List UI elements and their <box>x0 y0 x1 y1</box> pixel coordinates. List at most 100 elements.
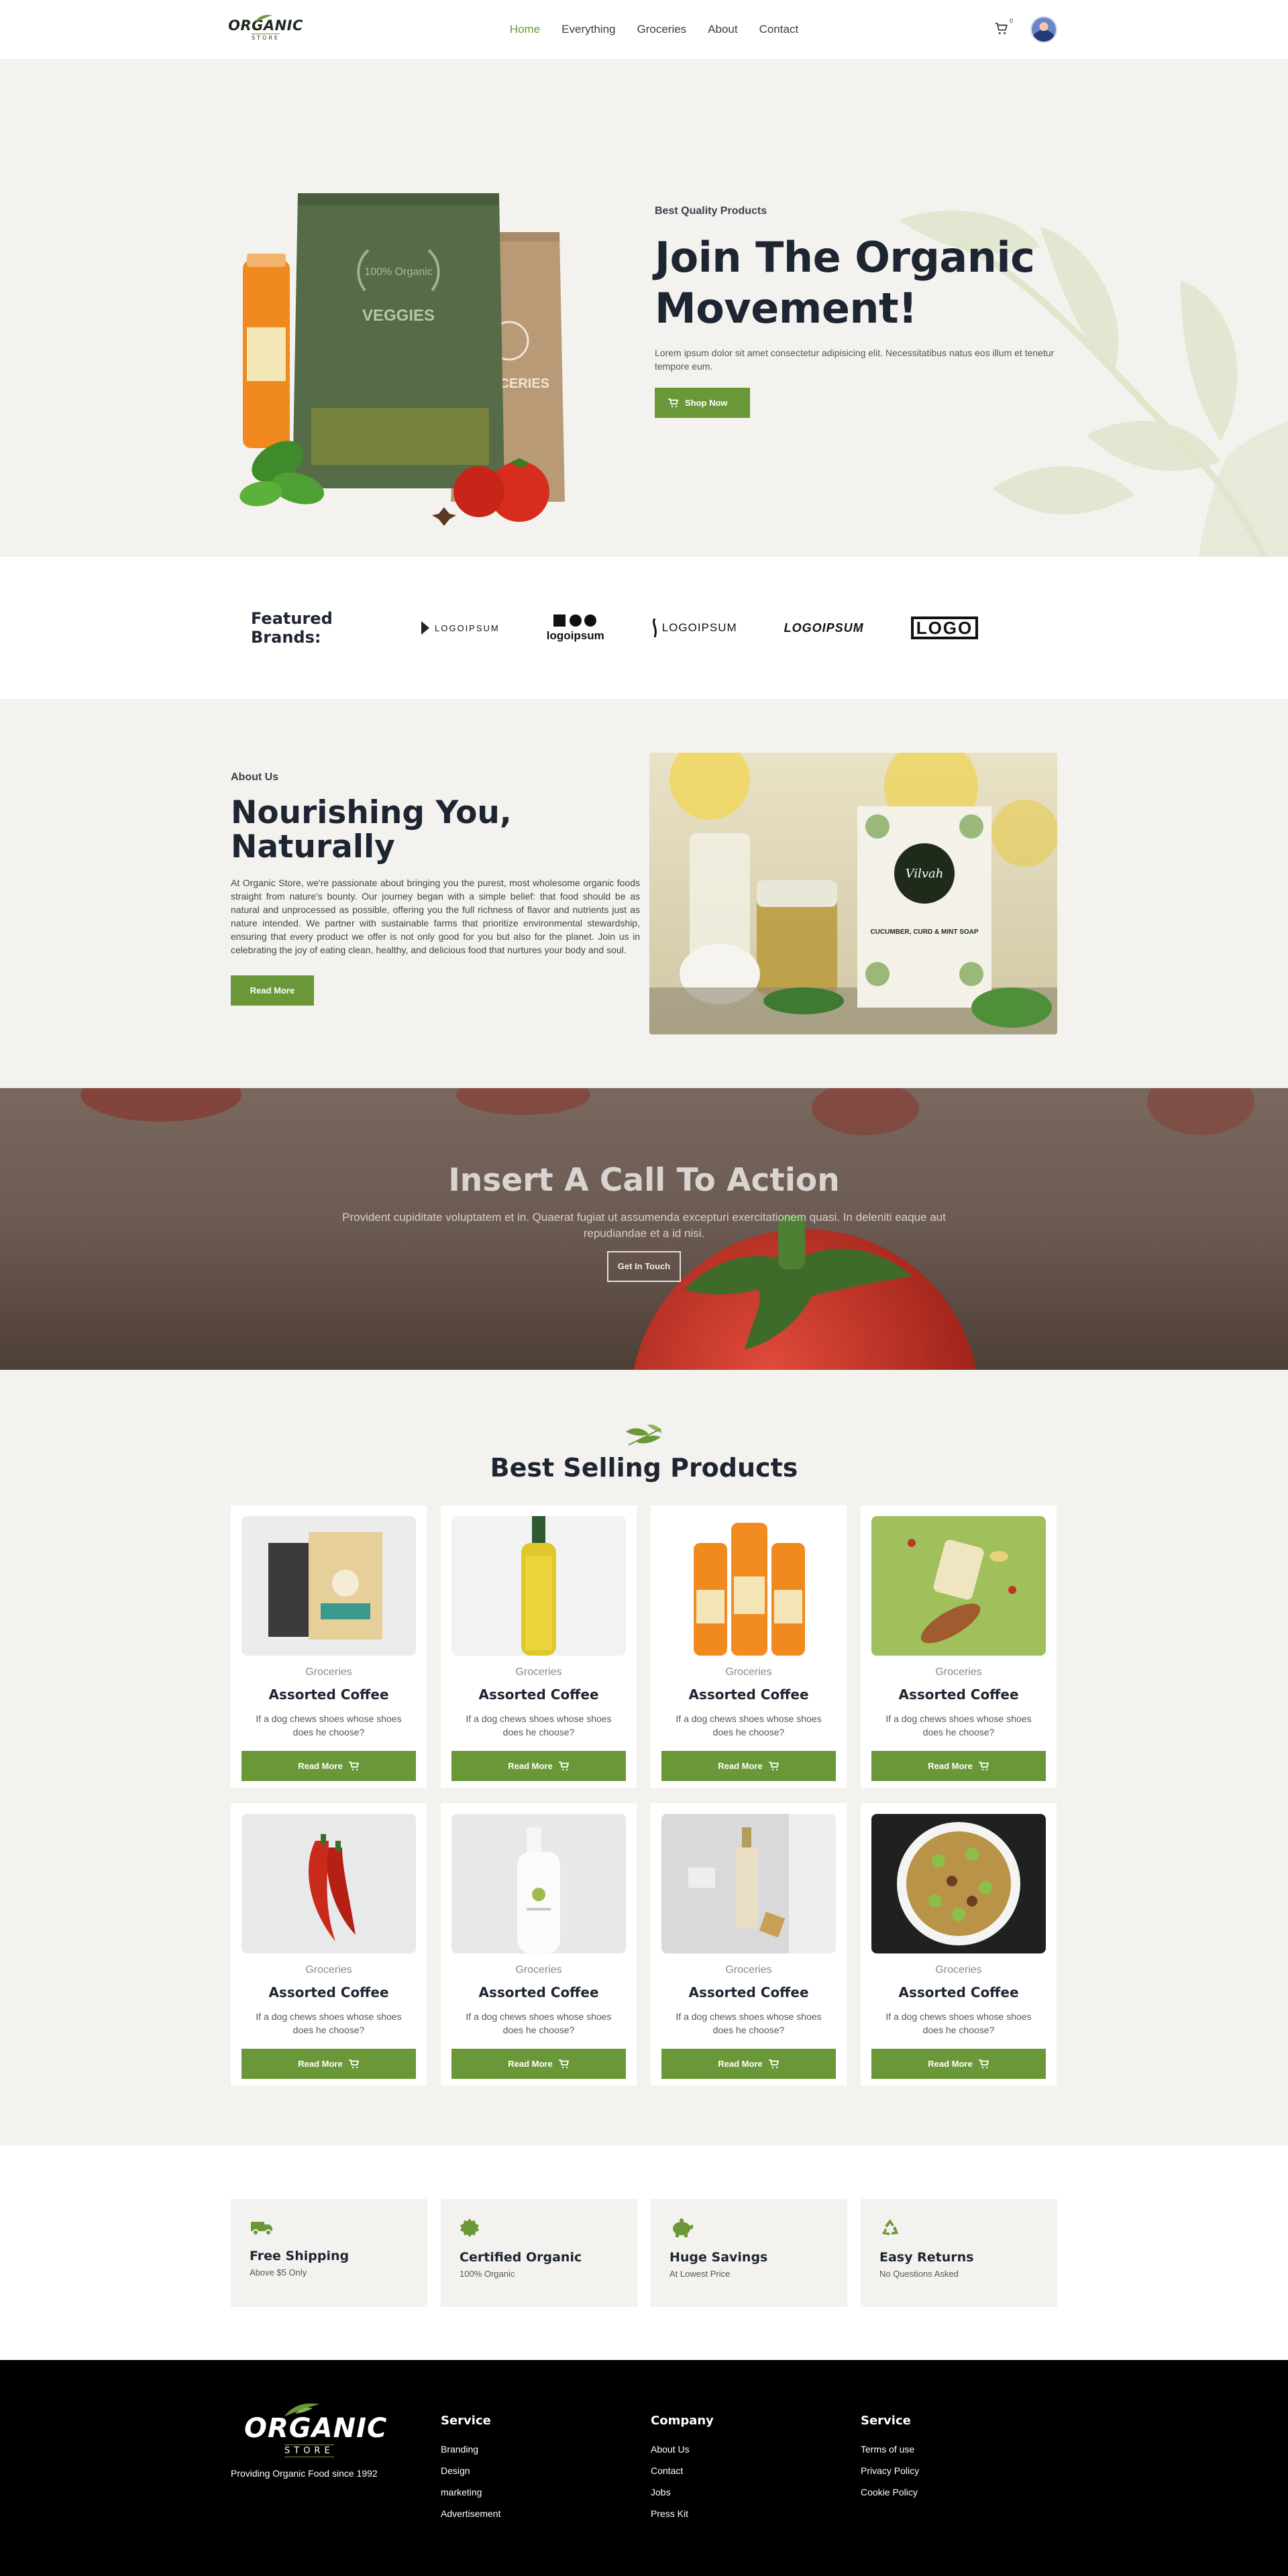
soap-brand: Vilvah <box>906 867 944 881</box>
product-image[interactable] <box>451 1516 626 1656</box>
product-image[interactable] <box>241 1814 416 1953</box>
product-read-more-button[interactable]: Read More <box>241 1751 416 1781</box>
brand-logo-5[interactable]: LOGO <box>910 616 979 639</box>
about-section: About Us Nourishing You, Naturally At Or… <box>0 699 1288 1088</box>
brand-logo-3[interactable]: LOGOIPSUM <box>651 619 737 637</box>
main-menu: Home Everything Groceries About Contact <box>510 23 798 36</box>
read-more-label: Read More <box>508 2059 553 2069</box>
brand-logo-2[interactable]: logoipsum <box>547 613 604 643</box>
footer-link[interactable]: marketing <box>441 2487 651 2498</box>
hero-section: GROCERIES 100% Organic VEGGIES Best Qual… <box>0 59 1288 557</box>
product-title[interactable]: Assorted Coffee <box>241 1686 416 1703</box>
product-title[interactable]: Assorted Coffee <box>241 1984 416 2000</box>
about-text: At Organic Store, we're passionate about… <box>231 877 640 955</box>
product-image[interactable] <box>661 1516 836 1656</box>
user-avatar[interactable] <box>1030 16 1057 43</box>
feature-title: Huge Savings <box>669 2250 768 2265</box>
product-category[interactable]: Groceries <box>871 1964 1046 1976</box>
product-card[interactable]: Groceries Assorted Coffee If a dog chews s… <box>651 1803 847 2086</box>
shop-now-button[interactable]: Shop Now <box>655 388 750 418</box>
footer-logo[interactable]: ORGANIC STORE <box>244 2403 441 2457</box>
product-image[interactable] <box>871 1516 1046 1656</box>
feature-easy-returns: Easy Returns No Questions Asked <box>861 2199 1057 2307</box>
footer-link[interactable]: About Us <box>651 2444 861 2455</box>
product-image[interactable] <box>241 1516 416 1656</box>
footer-column-title: Company <box>651 2414 714 2428</box>
footer-link[interactable]: Press Kit <box>651 2508 861 2519</box>
product-card[interactable]: Groceries Assorted Coffee If a dog chews s… <box>441 1505 637 1788</box>
brand-mark-icon <box>421 621 429 635</box>
product-category[interactable]: Groceries <box>451 1666 626 1678</box>
cart-icon <box>978 2059 989 2068</box>
footer-column-title: Service <box>441 2414 491 2428</box>
footer-link[interactable]: Branding <box>441 2444 651 2455</box>
product-title[interactable]: Assorted Coffee <box>451 1686 626 1703</box>
product-card[interactable]: Groceries Assorted Coffee If a dog chews s… <box>861 1505 1057 1788</box>
product-title[interactable]: Assorted Coffee <box>661 1686 836 1703</box>
hero-bag-badge: 100% Organic <box>364 266 432 278</box>
footer-link[interactable]: Contact <box>651 2465 861 2476</box>
get-in-touch-button[interactable]: Get In Touch <box>606 1251 682 1282</box>
product-card[interactable]: Groceries Assorted Coffee If a dog chews s… <box>861 1803 1057 2086</box>
logo-leaf-icon <box>284 2403 319 2416</box>
product-card[interactable]: Groceries Assorted Coffee If a dog chews s… <box>231 1505 427 1788</box>
feature-subtitle: At Lowest Price <box>669 2269 731 2279</box>
nav-home[interactable]: Home <box>510 23 540 36</box>
product-category[interactable]: Groceries <box>871 1666 1046 1678</box>
brand-logo-4[interactable]: LOGOIPSUM <box>784 621 864 635</box>
about-copy: About Us Nourishing You, Naturally At Or… <box>231 771 640 1006</box>
product-read-more-button[interactable]: Read More <box>871 1751 1046 1781</box>
product-category[interactable]: Groceries <box>451 1964 626 1976</box>
truck-icon <box>251 2222 272 2236</box>
about-read-more-button[interactable]: Read More <box>231 975 314 1006</box>
nav-everything[interactable]: Everything <box>561 23 615 36</box>
nav-about[interactable]: About <box>708 23 737 36</box>
product-description: If a dog chews shoes whose shoes does he… <box>885 1713 1032 1737</box>
footer-link[interactable]: Terms of use <box>861 2444 1057 2455</box>
product-category[interactable]: Groceries <box>661 1964 836 1976</box>
product-image[interactable] <box>661 1814 836 1953</box>
logo-subtitle: STORE <box>252 34 280 41</box>
product-card[interactable]: Groceries Assorted Coffee If a dog chews s… <box>441 1803 637 2086</box>
shop-now-label: Shop Now <box>685 398 728 408</box>
product-title[interactable]: Assorted Coffee <box>871 1686 1046 1703</box>
product-image[interactable] <box>451 1814 626 1953</box>
product-category[interactable]: Groceries <box>661 1666 836 1678</box>
footer-link[interactable]: Jobs <box>651 2487 861 2498</box>
read-more-label: Read More <box>298 2059 343 2069</box>
product-read-more-button[interactable]: Read More <box>661 2049 836 2079</box>
footer-tagline: Providing Organic Food since 1992 <box>231 2468 378 2479</box>
product-read-more-button[interactable]: Read More <box>451 1751 626 1781</box>
footer-column-service: Service Branding Design marketing Advert… <box>441 2414 651 2530</box>
footer-link[interactable]: Cookie Policy <box>861 2487 1057 2498</box>
brand-logos: LOGOIPSUM logoipsum LOGOIPSUM LOGOIPSUM … <box>420 613 979 643</box>
hero-text: Lorem ipsum dolor sit amet consectetur a… <box>655 347 1055 372</box>
feature-subtitle: No Questions Asked <box>879 2269 959 2279</box>
product-read-more-button[interactable]: Read More <box>241 2049 416 2079</box>
product-read-more-button[interactable]: Read More <box>661 1751 836 1781</box>
footer-link[interactable]: Design <box>441 2465 651 2476</box>
features-section: Free Shipping Above $5 Only Certified Or… <box>0 2145 1288 2360</box>
footer-link[interactable]: Privacy Policy <box>861 2465 1057 2476</box>
product-title[interactable]: Assorted Coffee <box>871 1984 1046 2000</box>
cart-button[interactable]: 0 <box>994 17 1013 38</box>
product-image[interactable] <box>871 1814 1046 1953</box>
product-title[interactable]: Assorted Coffee <box>451 1984 626 2000</box>
nav-contact[interactable]: Contact <box>759 23 799 36</box>
site-logo[interactable]: ORGANIC STORE <box>228 15 303 41</box>
product-read-more-button[interactable]: Read More <box>871 2049 1046 2079</box>
product-card[interactable]: Groceries Assorted Coffee If a dog chews s… <box>231 1803 427 2086</box>
feature-title: Easy Returns <box>879 2250 974 2265</box>
product-title[interactable]: Assorted Coffee <box>661 1984 836 2000</box>
nav-groceries[interactable]: Groceries <box>637 23 686 36</box>
cart-icon <box>558 1761 569 1770</box>
product-category[interactable]: Groceries <box>241 1666 416 1678</box>
product-description: If a dog chews shoes whose shoes does he… <box>466 1713 612 1737</box>
footer-link[interactable]: Advertisement <box>441 2508 651 2519</box>
product-card[interactable]: Groceries Assorted Coffee If a dog chews s… <box>651 1505 847 1788</box>
cart-icon <box>768 2059 779 2068</box>
product-category[interactable]: Groceries <box>241 1964 416 1976</box>
about-title: Nourishing You, Naturally <box>231 794 512 865</box>
brand-logo-1[interactable]: LOGOIPSUM <box>420 620 500 636</box>
product-read-more-button[interactable]: Read More <box>451 2049 626 2079</box>
